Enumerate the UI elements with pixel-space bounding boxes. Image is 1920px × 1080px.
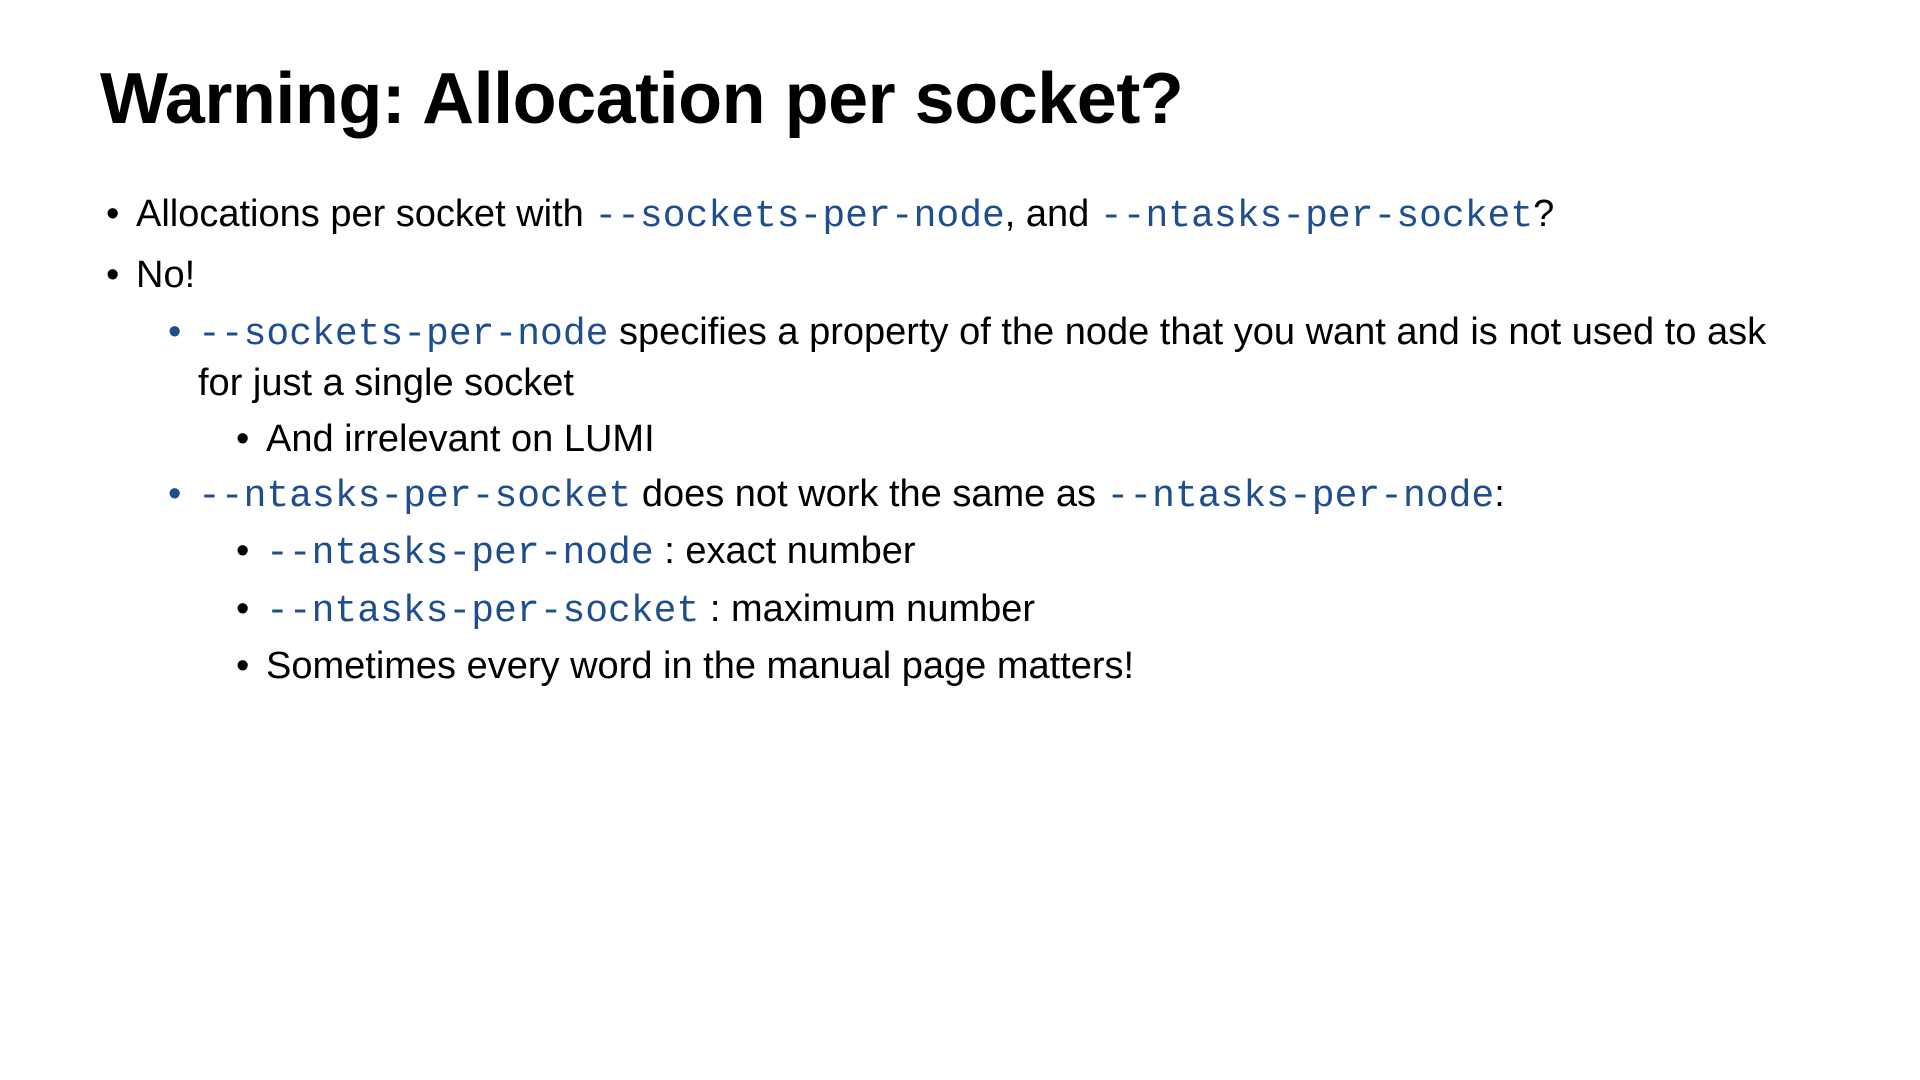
text: : [1494,473,1505,515]
text: Sometimes every word in the manual page … [266,645,1134,687]
bullet-list: Allocations per socket with --sockets-pe… [100,189,1820,691]
bullet-1: Allocations per socket with --sockets-pe… [100,189,1820,242]
bullet-2: No! --sockets-per-node specifies a prope… [100,250,1820,691]
bullet-2-2: --ntasks-per-socket does not work the sa… [162,470,1820,692]
code-sockets-per-node: --sockets-per-node [198,313,608,356]
text: Allocations per socket with [136,193,594,235]
bullet-2-2-c: Sometimes every word in the manual page … [230,642,1820,691]
code-ntasks-per-socket: --ntasks-per-socket [198,475,631,518]
bullet-2-1-a: And irrelevant on LUMI [230,415,1820,464]
text: does not work the same as [631,473,1106,515]
code-ntasks-per-node: --ntasks-per-node [266,532,654,575]
text: ? [1533,193,1554,235]
text: No! [136,254,195,296]
bullet-2-1: --sockets-per-node specifies a property … [162,308,1820,464]
text: : exact number [654,530,916,572]
text: : maximum number [699,588,1035,630]
bullet-2-2-a: --ntasks-per-node : exact number [230,527,1820,578]
text: And irrelevant on LUMI [266,418,655,460]
bullet-list-lvl2: --sockets-per-node specifies a property … [136,308,1820,692]
code-ntasks-per-socket: --ntasks-per-socket [266,590,699,633]
bullet-list-lvl3: --ntasks-per-node : exact number --ntask… [198,527,1820,691]
code-ntasks-per-node: --ntasks-per-node [1107,475,1495,518]
bullet-list-lvl3: And irrelevant on LUMI [198,415,1820,464]
slide-title: Warning: Allocation per socket? [100,60,1820,139]
text: , and [1005,193,1100,235]
code-sockets-per-node: --sockets-per-node [594,195,1004,238]
code-ntasks-per-socket: --ntasks-per-socket [1100,195,1533,238]
bullet-2-2-b: --ntasks-per-socket : maximum number [230,585,1820,636]
slide: Warning: Allocation per socket? Allocati… [0,0,1920,1080]
